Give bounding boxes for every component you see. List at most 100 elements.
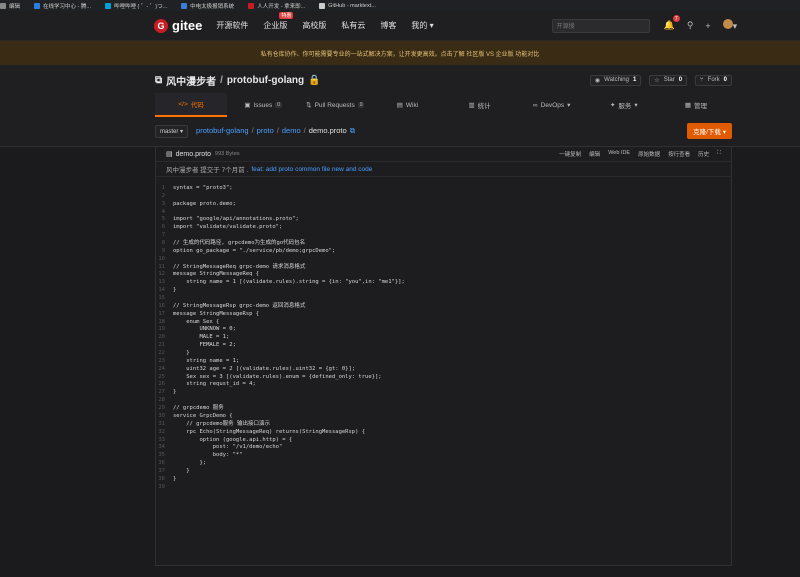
menu-item-education[interactable]: 高校版 [302,20,326,31]
fullscreen-icon[interactable]: ⛶ [717,150,721,158]
line-number[interactable]: 34 [156,444,173,452]
crumb-proto[interactable]: proto [257,126,274,136]
bookmark-item[interactable]: 编辑 [0,2,20,10]
chevron-down-icon: ▾ [429,21,434,30]
eye-icon: ◉ [594,78,601,84]
line-number[interactable]: 3 [156,201,173,209]
notification-bell-icon[interactable]: 🔔 7 [664,15,680,31]
code-line: 25 Sex sex = 3 [(validate.rules).enum = … [156,374,731,382]
line-number[interactable]: 4 [156,209,173,217]
copy-icon[interactable]: ⧉ [350,126,355,136]
plus-icon[interactable]: + [705,21,710,31]
line-number[interactable]: 2 [156,193,173,201]
tab-5[interactable]: ∞ DevOps ▾ [516,93,588,117]
line-number[interactable]: 24 [156,366,173,374]
line-number[interactable]: 33 [156,437,173,445]
web-ide-button[interactable]: Web IDE [608,150,630,158]
file-name: ▤ demo.proto [166,150,211,159]
line-number[interactable]: 39 [156,484,173,492]
line-number[interactable]: 5 [156,216,173,224]
line-number[interactable]: 37 [156,468,173,476]
line-number[interactable]: 10 [156,256,173,264]
line-number[interactable]: 28 [156,397,173,405]
star-button[interactable]: ☆ Star 0 [649,75,688,86]
line-number[interactable]: 19 [156,326,173,334]
line-number[interactable]: 14 [156,287,173,295]
line-number[interactable]: 1 [156,185,173,193]
clone-download-button[interactable]: 克隆/下载 ▾ [687,123,732,139]
tab-4[interactable]: ▥ 统计 [444,93,516,117]
line-number[interactable]: 31 [156,421,173,429]
search-input[interactable]: 开源搜 [551,18,650,33]
line-number[interactable]: 22 [156,350,173,358]
star-icon: ☆ [654,78,660,84]
tab-1[interactable]: ▣ Issues 0 [227,93,299,117]
line-number[interactable]: 27 [156,389,173,397]
location-icon[interactable]: ⚲ [687,20,694,31]
watch-button[interactable]: ◉ Watching 1 [589,75,642,86]
bookmark-icon [248,2,255,9]
bookmark-item[interactable]: 中电太极报销系统 [181,2,234,10]
line-number[interactable]: 18 [156,319,173,327]
line-number[interactable]: 15 [156,295,173,303]
watch-count: 1 [632,77,637,83]
line-number[interactable]: 6 [156,224,173,232]
line-number[interactable]: 32 [156,429,173,437]
line-number[interactable]: 16 [156,303,173,311]
line-number[interactable]: 9 [156,248,173,256]
star-label: Star [663,77,675,83]
line-number[interactable]: 13 [156,279,173,287]
bookmark-item[interactable]: 人人开发 - 拿来即... [248,2,305,10]
line-number[interactable]: 20 [156,334,173,342]
tab-count: 0 [275,102,283,108]
bookmark-item[interactable]: 哔哩哔哩 ( ゜- ゜)つ... [105,2,167,10]
line-number[interactable]: 38 [156,476,173,484]
line-number[interactable]: 36 [156,460,173,468]
tab-7[interactable]: ▦ 管理 [660,93,732,117]
line-number[interactable]: 12 [156,271,173,279]
raw-button[interactable]: 原始数据 [638,150,660,158]
line-text: uint32 age = 2 [(validate.rules).uint32 … [173,365,356,372]
line-number[interactable]: 26 [156,381,173,389]
line-number[interactable]: 23 [156,358,173,366]
menu-item-enterprise[interactable]: 企业版 特惠 [263,12,294,31]
tab-2[interactable]: ⇅ Pull Requests 0 [299,93,371,117]
line-number[interactable]: 25 [156,374,173,382]
promo-banner[interactable]: 私有仓库协作、你可能需要专业的一站式解决方案，让开发更高效。点击了解 社区版 V… [0,41,800,65]
menu-item-private-cloud[interactable]: 私有云 [341,20,365,31]
repo-owner[interactable]: 风中漫步者 [166,73,216,88]
menu-item-blog[interactable]: 博客 [380,20,396,31]
gitee-logo[interactable]: G gitee [154,18,202,33]
repo-name[interactable]: protobuf-golang [227,75,304,86]
fork-button[interactable]: ⑂ Fork 0 [695,75,732,86]
line-number[interactable]: 7 [156,232,173,240]
line-number[interactable]: 21 [156,342,173,350]
edit-button[interactable]: 编辑 [589,150,600,158]
tab-3[interactable]: ▤ Wiki [371,93,443,117]
line-number[interactable]: 35 [156,452,173,460]
history-button[interactable]: 历史 [698,150,709,158]
tab-6[interactable]: ✦ 服务 ▾ [588,93,660,117]
menu-item-my[interactable]: 我的 ▾ [411,20,433,31]
user-menu[interactable]: ▾ [722,19,737,32]
bookmark-item[interactable]: 在线学习中心 - 腾... [34,2,91,10]
menu-item-opensource[interactable]: 开源软件 [216,20,248,31]
line-number[interactable]: 8 [156,240,173,248]
tab-0[interactable]: </> 代码 [155,93,228,117]
file-viewer: ▤ demo.proto 993 Bytes 一键复制 编辑 Web IDE 原始… [155,146,732,566]
copy-all-button[interactable]: 一键复制 [559,150,581,158]
line-number[interactable]: 17 [156,311,173,319]
commit-message[interactable]: feat: add proto common file new and code [251,166,372,173]
crumb-repo[interactable]: protobuf-golang [196,126,249,136]
line-text: package proto.demo; [173,200,236,207]
line-text: import "google/api/annotations.proto"; [173,216,299,223]
code-line: 17 message StringMessageRsp { [156,311,731,319]
crumb-demo[interactable]: demo [282,126,301,136]
blame-button[interactable]: 按行查看 [668,150,690,158]
line-number[interactable]: 30 [156,413,173,421]
bookmark-item[interactable]: GitHub - marktext... [319,2,376,9]
line-number[interactable]: 29 [156,405,173,413]
branch-select[interactable]: master ▾ [155,124,189,138]
code-line: 35 body: "*" [156,452,731,460]
line-number[interactable]: 11 [156,264,173,272]
